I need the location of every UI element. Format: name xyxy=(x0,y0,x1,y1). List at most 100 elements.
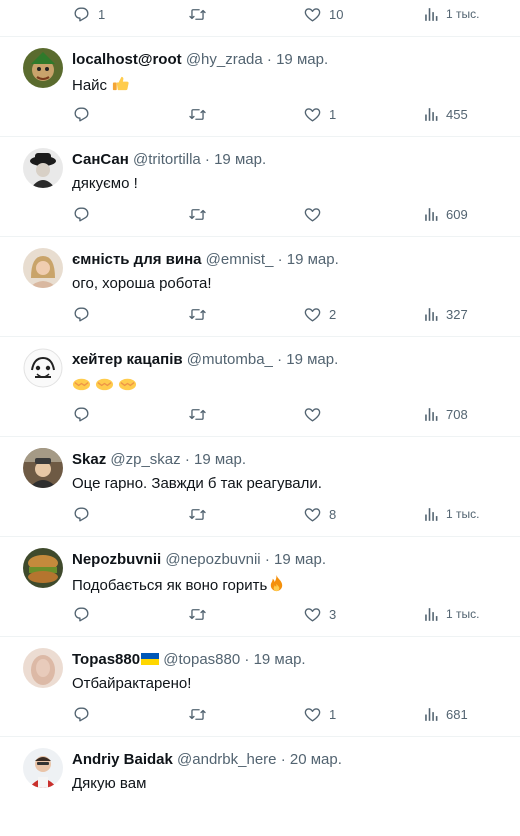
retweet-button[interactable] xyxy=(188,504,207,524)
username[interactable]: @mutomba_ xyxy=(187,351,273,368)
views-icon xyxy=(425,607,438,621)
views-button[interactable]: 1 тыс. xyxy=(422,4,479,24)
retweet-button[interactable] xyxy=(188,104,207,124)
thumbs-up-emoji-icon xyxy=(113,76,129,91)
timestamp[interactable]: 19 мар. xyxy=(276,51,328,68)
tweet-text-content: Оце гарно. Завжди б так реагували. xyxy=(72,475,322,492)
views-count: 1 тыс. xyxy=(446,607,480,621)
reply-button[interactable]: 1 xyxy=(72,4,105,24)
username[interactable]: @nepozbuvnii xyxy=(165,551,260,568)
reply-tweet[interactable]: Andriy Baidak @andrbk_here · 20 мар. Дяк… xyxy=(0,737,520,836)
retweet-button[interactable] xyxy=(188,404,207,424)
reply-tweet[interactable]: СанСан @tritortilla · 19 мар. дякуємо ! … xyxy=(0,137,520,237)
like-count: 3 xyxy=(329,606,337,622)
heart-icon xyxy=(304,107,321,122)
timestamp[interactable]: 19 мар. xyxy=(287,251,339,268)
like-button[interactable] xyxy=(303,204,329,224)
timestamp[interactable]: 19 мар. xyxy=(286,351,338,368)
tweet-header: localhost@root @hy_zrada · 19 мар. xyxy=(72,51,328,69)
retweet-icon xyxy=(189,708,206,720)
tweet-header: хейтер кацапів @mutomba_ · 19 мар. xyxy=(72,351,338,369)
reply-button[interactable] xyxy=(72,304,98,324)
username[interactable]: @hy_zrada xyxy=(186,51,263,68)
avatar[interactable] xyxy=(23,448,63,488)
separator-dot: · xyxy=(264,551,270,568)
display-name[interactable]: СанСан xyxy=(72,151,129,168)
display-name[interactable]: Nepozbuvnii xyxy=(72,551,161,568)
like-button[interactable]: 2 xyxy=(303,304,336,324)
avatar[interactable] xyxy=(23,248,63,288)
reply-tweet[interactable]: localhost@root @hy_zrada · 19 мар. Найс … xyxy=(0,37,520,137)
tweet-text: Дякую вам xyxy=(72,774,146,793)
reply-button[interactable] xyxy=(72,504,98,524)
username[interactable]: @andrbk_here xyxy=(177,751,276,768)
reply-button[interactable] xyxy=(72,204,98,224)
reply-tweet[interactable]: Topas880 @topas880 · 19 мар. Отбайрактар… xyxy=(0,637,520,737)
reply-tweet[interactable]: Skaz @zp_skaz · 19 мар. Оце гарно. Завжд… xyxy=(0,437,520,537)
like-button[interactable]: 8 xyxy=(303,504,336,524)
views-button[interactable]: 708 xyxy=(422,404,468,424)
views-button[interactable]: 327 xyxy=(422,304,468,324)
like-button[interactable]: 1 xyxy=(303,704,336,724)
retweet-button[interactable] xyxy=(188,604,207,624)
display-name[interactable]: ємність для вина xyxy=(72,251,202,268)
avatar[interactable] xyxy=(23,148,63,188)
username[interactable]: @tritortilla xyxy=(133,151,201,168)
like-button[interactable]: 10 xyxy=(303,4,343,24)
avatar[interactable] xyxy=(23,548,63,588)
tweet-text: Оце гарно. Завжди б так реагували. xyxy=(72,474,322,493)
retweet-button[interactable] xyxy=(188,204,207,224)
views-icon xyxy=(425,407,438,421)
like-count: 1 xyxy=(329,106,337,122)
separator-dot: · xyxy=(277,251,283,268)
reply-tweet[interactable]: ємність для вина @emnist_ · 19 мар. ого,… xyxy=(0,237,520,337)
separator-dot: · xyxy=(244,651,250,668)
reply-button[interactable] xyxy=(72,404,98,424)
timestamp[interactable]: 19 мар. xyxy=(274,551,326,568)
retweet-icon xyxy=(189,408,206,420)
display-name[interactable]: localhost@root xyxy=(72,51,182,68)
separator-dot: · xyxy=(280,751,286,768)
display-name[interactable]: Topas880 xyxy=(72,651,140,668)
reply-tweet[interactable]: Nepozbuvnii @nepozbuvnii · 19 мар. Подоб… xyxy=(0,537,520,637)
display-name[interactable]: хейтер кацапів xyxy=(72,351,183,368)
action-bar: 2 327 xyxy=(72,304,520,324)
reply-button[interactable] xyxy=(72,704,98,724)
avatar[interactable] xyxy=(23,748,63,788)
tweet-text: Подобається як воно горить xyxy=(72,574,286,595)
retweet-button[interactable] xyxy=(188,304,207,324)
timestamp[interactable]: 20 мар. xyxy=(290,751,342,768)
timestamp[interactable]: 19 мар. xyxy=(214,151,266,168)
views-button[interactable]: 681 xyxy=(422,704,468,724)
retweet-button[interactable] xyxy=(188,4,207,24)
retweet-icon xyxy=(189,308,206,320)
reply-button[interactable] xyxy=(72,104,98,124)
views-button[interactable]: 609 xyxy=(422,204,468,224)
like-button[interactable]: 3 xyxy=(303,604,336,624)
views-button[interactable]: 1 тыс. xyxy=(422,604,479,624)
timestamp[interactable]: 19 мар. xyxy=(194,451,246,468)
reply-icon xyxy=(74,106,89,122)
display-name[interactable]: Skaz xyxy=(72,451,106,468)
reply-count: 1 xyxy=(98,6,106,22)
username[interactable]: @emnist_ xyxy=(206,251,274,268)
retweet-button[interactable] xyxy=(188,704,207,724)
like-button[interactable] xyxy=(303,404,329,424)
views-button[interactable]: 1 тыс. xyxy=(422,504,479,524)
heart-icon xyxy=(304,707,321,722)
views-button[interactable]: 455 xyxy=(422,104,468,124)
timestamp[interactable]: 19 мар. xyxy=(254,651,306,668)
reply-button[interactable] xyxy=(72,604,98,624)
username[interactable]: @zp_skaz xyxy=(110,451,180,468)
avatar[interactable] xyxy=(23,348,63,388)
display-name[interactable]: Andriy Baidak xyxy=(72,751,173,768)
avatar[interactable] xyxy=(23,648,63,688)
tweet-header: Topas880 @topas880 · 19 мар. xyxy=(72,651,306,669)
reply-tweet[interactable]: хейтер кацапів @mutomba_ · 19 мар. 708 xyxy=(0,337,520,437)
tweet-header: ємність для вина @emnist_ · 19 мар. xyxy=(72,251,339,269)
avatar[interactable] xyxy=(23,48,63,88)
like-button[interactable]: 1 xyxy=(303,104,336,124)
heart-icon xyxy=(304,607,321,622)
heart-icon xyxy=(304,507,321,522)
username[interactable]: @topas880 xyxy=(163,651,240,668)
